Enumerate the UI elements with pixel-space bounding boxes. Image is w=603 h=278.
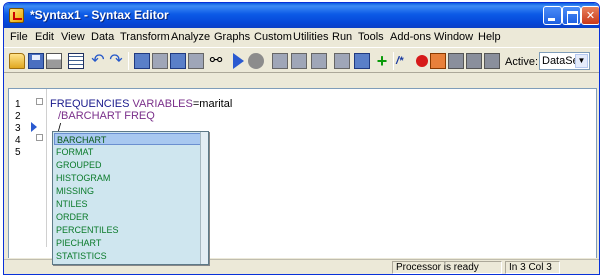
menu-data[interactable]: Data: [91, 31, 114, 43]
chevron-down-icon[interactable]: ▼: [575, 54, 588, 68]
add-icon[interactable]: +: [374, 52, 390, 70]
star-icon[interactable]: /*: [396, 53, 412, 69]
menu-transform[interactable]: Transform: [120, 31, 170, 43]
weight-icon[interactable]: [334, 53, 350, 69]
save-icon[interactable]: [28, 53, 44, 69]
menu-window[interactable]: Window: [434, 31, 473, 43]
value-labels-icon[interactable]: [272, 53, 288, 69]
menu-utilities[interactable]: Utilities: [293, 31, 328, 43]
command-keyword: FREQUENCIES: [50, 98, 130, 110]
line-number: 2: [15, 111, 21, 122]
autocomplete-popup: BARCHART FORMAT GROUPED HISTOGRAM MISSIN…: [52, 131, 209, 265]
active-dataset-select[interactable]: DataSet2 ▼: [539, 52, 590, 70]
code-line-2[interactable]: /BARCHART FREQ: [58, 110, 155, 122]
dialog-recall-icon[interactable]: [68, 53, 84, 69]
toolbar-separator: [393, 52, 394, 70]
menu-bar: File Edit View Data Transform Analyze Gr…: [4, 28, 599, 47]
active-icon[interactable]: [430, 53, 446, 69]
autocomplete-item[interactable]: GROUPED: [54, 159, 201, 171]
autocomplete-item[interactable]: MISSING: [54, 185, 201, 197]
active-dataset-label: Active:: [505, 56, 539, 68]
subcommand-keyword: VARIABLES: [132, 98, 193, 110]
menu-add-ons[interactable]: Add-ons: [390, 31, 431, 43]
autocomplete-item[interactable]: PERCENTILES: [54, 224, 201, 236]
select-cases-icon[interactable]: [291, 53, 307, 69]
fold-end-icon: [36, 134, 43, 141]
autocomplete-item[interactable]: PIECHART: [54, 237, 201, 249]
autocomplete-scrollbar[interactable]: [200, 132, 208, 264]
line-number: 5: [15, 147, 21, 158]
line-number: 3: [15, 123, 21, 134]
open-icon[interactable]: [9, 53, 25, 69]
autocomplete-item[interactable]: NTILES: [54, 198, 201, 210]
split-icon[interactable]: [311, 53, 327, 69]
menu-graphs[interactable]: Graphs: [214, 31, 250, 43]
line-number: 1: [15, 99, 21, 110]
print-icon[interactable]: [46, 53, 62, 69]
menu-view[interactable]: View: [61, 31, 85, 43]
menu-file[interactable]: File: [10, 31, 28, 43]
insert-icon[interactable]: [188, 53, 204, 69]
close-button[interactable]: ✕: [581, 6, 599, 25]
breakpoint-icon[interactable]: [416, 55, 428, 67]
title-bar[interactable]: *Syntax1 - Syntax Editor ✕: [4, 3, 599, 28]
minimize-button[interactable]: [543, 6, 562, 25]
redo-icon[interactable]: ↷: [108, 53, 124, 69]
menu-analyze[interactable]: Analyze: [171, 31, 210, 43]
autocomplete-item[interactable]: FORMAT: [54, 146, 201, 158]
table-icon[interactable]: [354, 53, 370, 69]
line-number-gutter: 1 2 3 4 5: [9, 89, 47, 257]
window-title: *Syntax1 - Syntax Editor: [30, 8, 169, 22]
menu-tools[interactable]: Tools: [358, 31, 384, 43]
app-icon[interactable]: [9, 8, 24, 23]
maximize-button[interactable]: [562, 6, 581, 25]
goto-case-icon[interactable]: [170, 53, 186, 69]
menu-run[interactable]: Run: [332, 31, 352, 43]
autocomplete-item[interactable]: ORDER: [54, 211, 201, 223]
menu-help[interactable]: Help: [478, 31, 501, 43]
cursor-position: In 3 Col 3: [505, 261, 560, 274]
variables-icon[interactable]: [152, 53, 168, 69]
line-number: 4: [15, 135, 21, 146]
autocomplete-item[interactable]: HISTOGRAM: [54, 172, 201, 184]
menu-custom[interactable]: Custom: [254, 31, 292, 43]
goto-data-icon[interactable]: [134, 53, 150, 69]
code-text: =marital: [192, 98, 233, 110]
bookmark-icon[interactable]: [448, 53, 464, 69]
subcommand-keyword: /BARCHART FREQ: [58, 110, 155, 122]
toolbar-separator: [128, 52, 129, 70]
processor-status: Processor is ready: [392, 261, 502, 274]
autocomplete-list: BARCHART FORMAT GROUPED HISTOGRAM MISSIN…: [53, 132, 201, 264]
undo-icon[interactable]: ↶: [90, 53, 106, 69]
run-icon[interactable]: [233, 53, 244, 69]
current-line-arrow-icon: [31, 122, 37, 132]
stop-icon[interactable]: [248, 53, 264, 69]
autocomplete-item[interactable]: STATISTICS: [54, 250, 201, 262]
autocomplete-item[interactable]: BARCHART: [54, 133, 201, 145]
bookmark-icon[interactable]: [466, 53, 482, 69]
find-icon[interactable]: ⚯: [208, 53, 224, 69]
bookmark-icon[interactable]: [484, 53, 500, 69]
code-line-1[interactable]: FREQUENCIES VARIABLES=marital: [50, 98, 232, 110]
menu-edit[interactable]: Edit: [35, 31, 54, 43]
toolbar: ↶ ↷ ⚯ + /* Active: DataSet2 ▼: [4, 47, 599, 73]
fold-toggle-icon[interactable]: [36, 98, 43, 105]
